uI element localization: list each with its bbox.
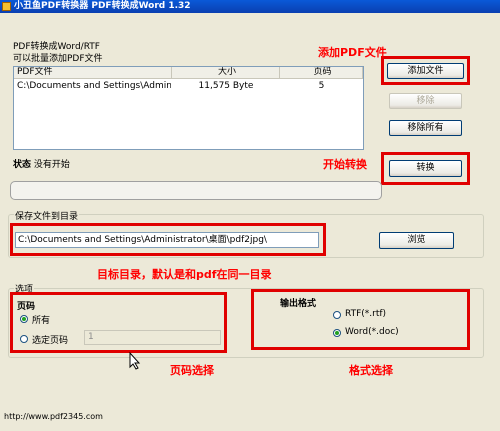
annotation-page-select: 页码选择 xyxy=(170,364,214,377)
browse-button[interactable]: 浏览 xyxy=(379,232,454,249)
column-header-size[interactable]: 大小 xyxy=(172,67,280,79)
select-pages-radio[interactable] xyxy=(20,335,28,343)
status-line: 状态 没有开始 xyxy=(13,157,70,170)
footer-url[interactable]: http://www.pdf2345.com xyxy=(4,412,103,421)
annotation-format-select: 格式选择 xyxy=(349,364,393,377)
pages-label: 页码 xyxy=(17,302,36,312)
app-icon xyxy=(2,2,11,11)
mouse-cursor-icon xyxy=(129,352,141,370)
column-header-file[interactable]: PDF文件 xyxy=(14,67,172,79)
remove-button[interactable]: 移除 xyxy=(389,93,462,109)
select-pages-label: 选定页码 xyxy=(32,336,69,346)
rtf-format-label: RTF(*.rtf) xyxy=(345,309,387,319)
page-range-input[interactable]: 1 xyxy=(84,330,221,345)
progress-bar xyxy=(10,181,382,200)
doc-format-radio[interactable] xyxy=(333,329,341,337)
doc-format-label: Word(*.doc) xyxy=(345,327,399,337)
status-label: 状态 xyxy=(13,160,32,170)
all-pages-radio[interactable] xyxy=(20,315,28,323)
row-page-count: 5 xyxy=(318,81,325,91)
all-pages-label: 所有 xyxy=(32,316,51,326)
window-title-bar[interactable]: 小丑鱼PDF转换器 PDF转换成Word 1.32 xyxy=(0,0,500,13)
pdf-file-list[interactable]: PDF文件 大小 页码 C:\Documents and Settings\Ad… xyxy=(13,66,364,150)
convert-button[interactable]: 转换 xyxy=(389,160,462,177)
save-dir-input[interactable]: C:\Documents and Settings\Administrator\… xyxy=(15,232,319,248)
column-header-pages[interactable]: 页码 xyxy=(280,67,363,79)
add-file-button[interactable]: 添加文件 xyxy=(387,63,464,79)
annotation-start-convert: 开始转换 xyxy=(323,158,367,171)
output-format-label: 输出格式 xyxy=(280,299,317,309)
save-dir-group-label: 保存文件到目录 xyxy=(14,209,80,222)
rtf-format-radio[interactable] xyxy=(333,311,341,319)
annotation-add-pdf: 添加PDF文件 xyxy=(318,46,387,59)
remove-all-button[interactable]: 移除所有 xyxy=(389,120,462,136)
panel-subheading: 可以批量添加PDF文件 xyxy=(13,54,103,64)
row-file-path: C:\Documents and Settings\Administrat... xyxy=(17,81,171,91)
annotation-target-dir: 目标目录，默认是和pdf在同一目录 xyxy=(97,268,272,281)
row-file-size: 11,575 Byte xyxy=(198,81,254,91)
status-value: 没有开始 xyxy=(33,160,70,170)
